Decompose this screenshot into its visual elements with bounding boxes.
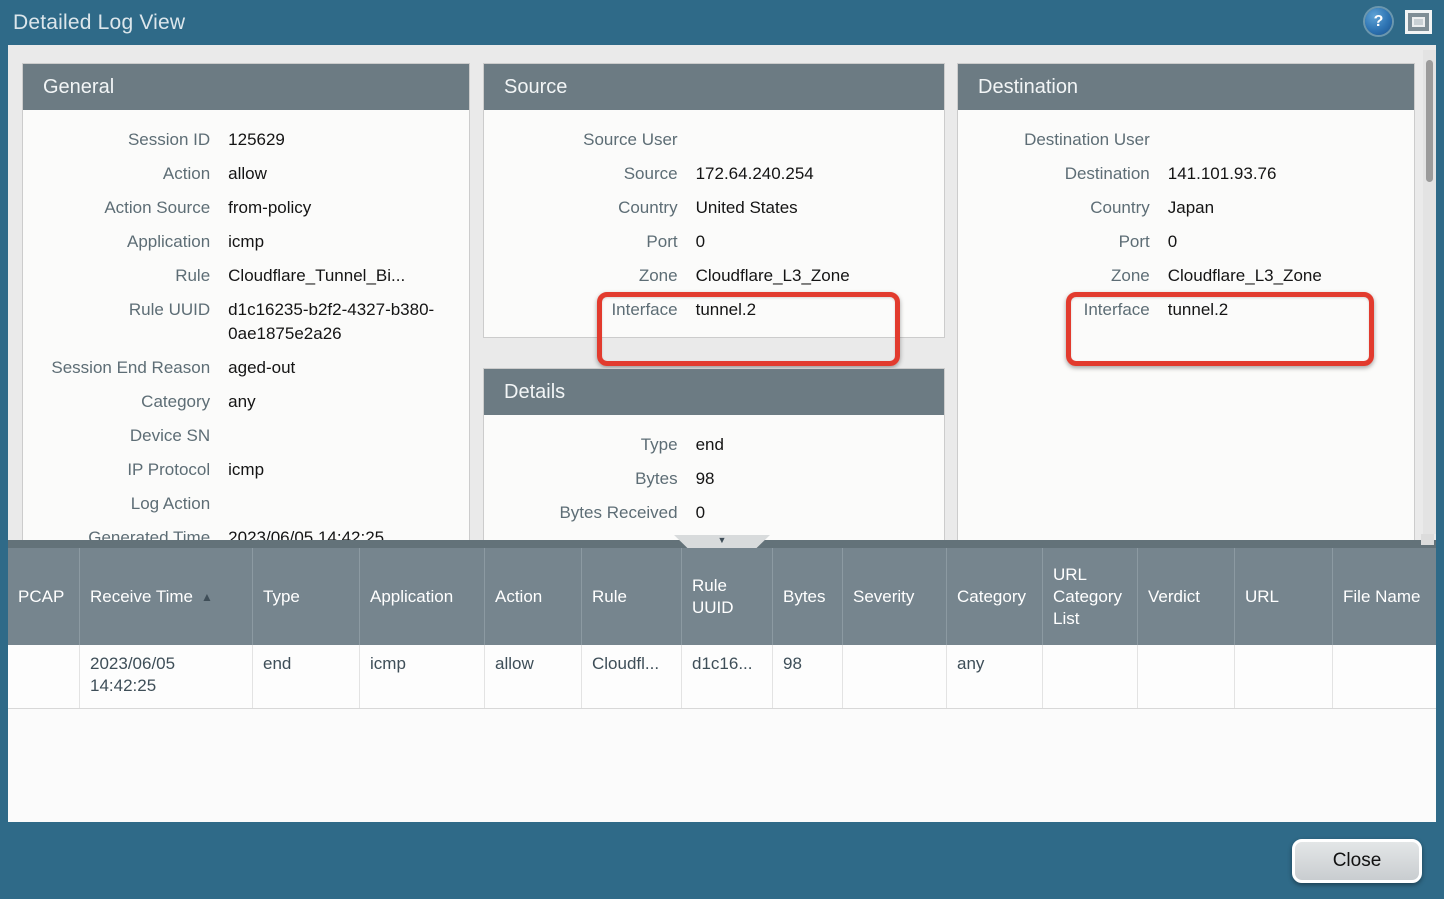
- destination-row-zone: ZoneCloudflare_L3_Zone: [958, 259, 1414, 293]
- cell-action: allow: [485, 645, 582, 708]
- dialog-content: General Session ID125629 Actionallow Act…: [8, 45, 1436, 822]
- chevron-down-icon: ▼: [718, 535, 727, 545]
- destination-row-destination: Destination141.101.93.76: [958, 157, 1414, 191]
- column-header-receive-time[interactable]: Receive Time▲: [80, 548, 253, 645]
- source-panel-body: Source User Source172.64.240.254 Country…: [484, 110, 944, 327]
- source-panel-title: Source: [484, 64, 944, 110]
- destination-row-country: CountryJapan: [958, 191, 1414, 225]
- detailed-log-view-dialog: Detailed Log View ? General Session ID12…: [0, 0, 1444, 899]
- details-row-bytes-received: Bytes Received0: [484, 496, 944, 530]
- general-row-application: Applicationicmp: [23, 225, 469, 259]
- column-header-severity[interactable]: Severity: [843, 548, 947, 645]
- general-row-action: Actionallow: [23, 157, 469, 191]
- cell-category: any: [947, 645, 1043, 708]
- general-row-category: Categoryany: [23, 385, 469, 419]
- splitter-bar[interactable]: ▼: [8, 540, 1436, 548]
- panels-scrollbar[interactable]: [1423, 50, 1436, 534]
- column-header-url-category-list[interactable]: URL Category List: [1043, 548, 1138, 645]
- destination-panel-body: Destination User Destination141.101.93.7…: [958, 110, 1414, 327]
- destination-row-interface: Interfacetunnel.2: [958, 293, 1414, 327]
- general-row-rule-uuid: Rule UUIDd1c16235-b2f2-4327-b380-0ae1875…: [23, 293, 469, 351]
- source-row-interface: Interfacetunnel.2: [484, 293, 944, 327]
- close-button[interactable]: Close: [1292, 839, 1422, 883]
- general-row-session-id: Session ID125629: [23, 123, 469, 157]
- column-header-bytes[interactable]: Bytes: [773, 548, 843, 645]
- cell-url-category-list: [1043, 645, 1138, 708]
- log-detail-panels: General Session ID125629 Actionallow Act…: [8, 45, 1436, 540]
- sort-asc-icon: ▲: [201, 586, 213, 608]
- cell-file-name: [1333, 645, 1436, 708]
- general-row-rule: RuleCloudflare_Tunnel_Bi...: [23, 259, 469, 293]
- log-table-header: PCAP Receive Time▲ Type Application Acti…: [8, 548, 1436, 645]
- destination-panel-title: Destination: [958, 64, 1414, 110]
- source-row-source-user: Source User: [484, 123, 944, 157]
- cell-receive-time: 2023/06/05 14:42:25: [80, 645, 253, 708]
- cell-url: [1235, 645, 1333, 708]
- details-panel-title: Details: [484, 369, 944, 415]
- cell-application: icmp: [360, 645, 485, 708]
- details-row-type: Typeend: [484, 428, 944, 462]
- details-panel: Details Typeend Bytes98 Bytes Received0: [483, 368, 945, 540]
- column-header-file-name[interactable]: File Name: [1333, 548, 1436, 645]
- source-panel: Source Source User Source172.64.240.254 …: [483, 63, 945, 338]
- window-icon-inner: [1412, 17, 1425, 27]
- source-row-port: Port0: [484, 225, 944, 259]
- general-panel: General Session ID125629 Actionallow Act…: [22, 63, 470, 540]
- panels-scrollbar-thumb[interactable]: [1426, 60, 1433, 182]
- general-row-session-end-reason: Session End Reasonaged-out: [23, 351, 469, 385]
- cell-severity: [843, 645, 947, 708]
- cell-verdict: [1138, 645, 1235, 708]
- window-icon[interactable]: [1405, 10, 1432, 34]
- column-header-action[interactable]: Action: [485, 548, 582, 645]
- general-row-log-action: Log Action: [23, 487, 469, 521]
- column-header-application[interactable]: Application: [360, 548, 485, 645]
- title-bar: Detailed Log View ?: [0, 0, 1444, 45]
- log-table-section: ▼ PCAP Receive Time▲ Type Application Ac…: [8, 540, 1436, 822]
- column-header-verdict[interactable]: Verdict: [1138, 548, 1235, 645]
- column-header-category[interactable]: Category: [947, 548, 1043, 645]
- general-row-ip-protocol: IP Protocolicmp: [23, 453, 469, 487]
- cell-type: end: [253, 645, 360, 708]
- column-header-type[interactable]: Type: [253, 548, 360, 645]
- table-row[interactable]: 2023/06/05 14:42:25 end icmp allow Cloud…: [8, 645, 1436, 709]
- page-title: Detailed Log View: [13, 0, 185, 45]
- destination-row-destination-user: Destination User: [958, 123, 1414, 157]
- general-panel-title: General: [23, 64, 469, 110]
- source-row-country: CountryUnited States: [484, 191, 944, 225]
- details-panel-body: Typeend Bytes98 Bytes Received0: [484, 415, 944, 530]
- general-row-device-sn: Device SN: [23, 419, 469, 453]
- cell-rule-uuid: d1c16...: [682, 645, 773, 708]
- titlebar-icons: ?: [1365, 8, 1432, 35]
- table-scrollbar-corner: [1421, 534, 1434, 545]
- details-row-bytes: Bytes98: [484, 462, 944, 496]
- column-header-url[interactable]: URL: [1235, 548, 1333, 645]
- general-row-action-source: Action Sourcefrom-policy: [23, 191, 469, 225]
- column-header-rule[interactable]: Rule: [582, 548, 682, 645]
- source-row-zone: ZoneCloudflare_L3_Zone: [484, 259, 944, 293]
- cell-pcap: [8, 645, 80, 708]
- splitter-handle[interactable]: ▼: [674, 535, 770, 548]
- source-row-source: Source172.64.240.254: [484, 157, 944, 191]
- column-header-rule-uuid[interactable]: Rule UUID: [682, 548, 773, 645]
- destination-panel: Destination Destination User Destination…: [957, 63, 1415, 540]
- cell-rule: Cloudfl...: [582, 645, 682, 708]
- cell-bytes: 98: [773, 645, 843, 708]
- column-header-pcap[interactable]: PCAP: [8, 548, 80, 645]
- general-panel-body: Session ID125629 Actionallow Action Sour…: [23, 110, 469, 540]
- destination-row-port: Port0: [958, 225, 1414, 259]
- help-icon[interactable]: ?: [1365, 8, 1392, 35]
- general-row-generated-time: Generated Time2023/06/05 14:42:25: [23, 521, 469, 540]
